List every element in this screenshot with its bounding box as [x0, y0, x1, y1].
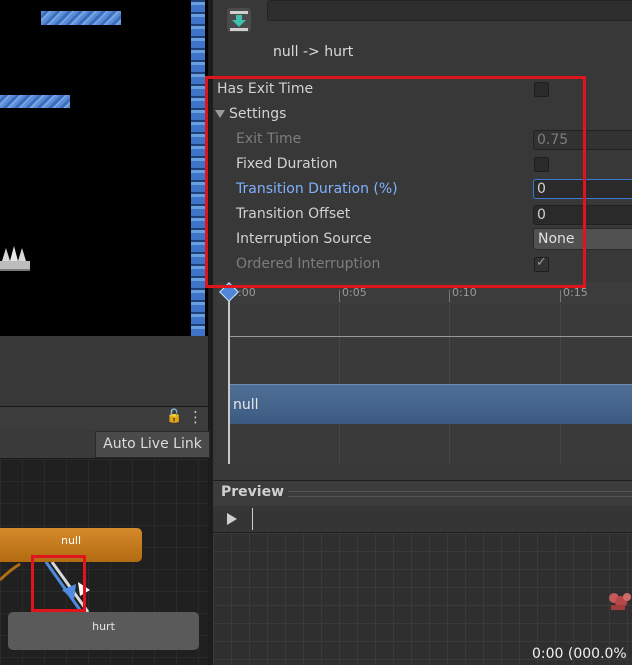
auto-live-link-button[interactable]: Auto Live Link [95, 431, 210, 458]
ice-platform-upper [41, 11, 121, 25]
preview-scrubber[interactable] [252, 508, 253, 530]
ruler-tick-mark [339, 290, 340, 302]
transition-name-field[interactable] [267, 0, 632, 21]
scene-bottom-panel [0, 336, 208, 406]
play-icon[interactable] [222, 510, 242, 528]
ice-platform-middle [0, 95, 70, 108]
spikes-sprite [0, 246, 30, 271]
character-sprite [609, 593, 631, 610]
preview-title[interactable]: Preview [221, 484, 284, 500]
ice-wall [191, 0, 205, 336]
highlight-box-transition [31, 555, 86, 612]
lock-icon[interactable]: 🔓 [166, 409, 182, 424]
timeline-playhead[interactable] [228, 290, 230, 464]
transition-title: null -> hurt [273, 44, 354, 60]
transition-icon [227, 8, 251, 32]
highlight-box-settings [205, 76, 586, 288]
preview-toolbar [213, 506, 632, 533]
preview-header-rule [288, 491, 632, 497]
game-view [0, 0, 208, 336]
animator-tab-bar: 🔓 ⋮ [0, 406, 208, 430]
transition-curve-line [229, 336, 632, 337]
ruler-tick-mark [449, 290, 450, 302]
timeline-state-bar-null[interactable]: null [229, 384, 632, 424]
ruler-tick-mark [560, 290, 561, 302]
state-node-hurt[interactable]: hurt [8, 612, 199, 650]
kebab-menu-icon[interactable]: ⋮ [188, 408, 203, 426]
preview-time-readout: 0:00 (000.0% [532, 646, 627, 662]
